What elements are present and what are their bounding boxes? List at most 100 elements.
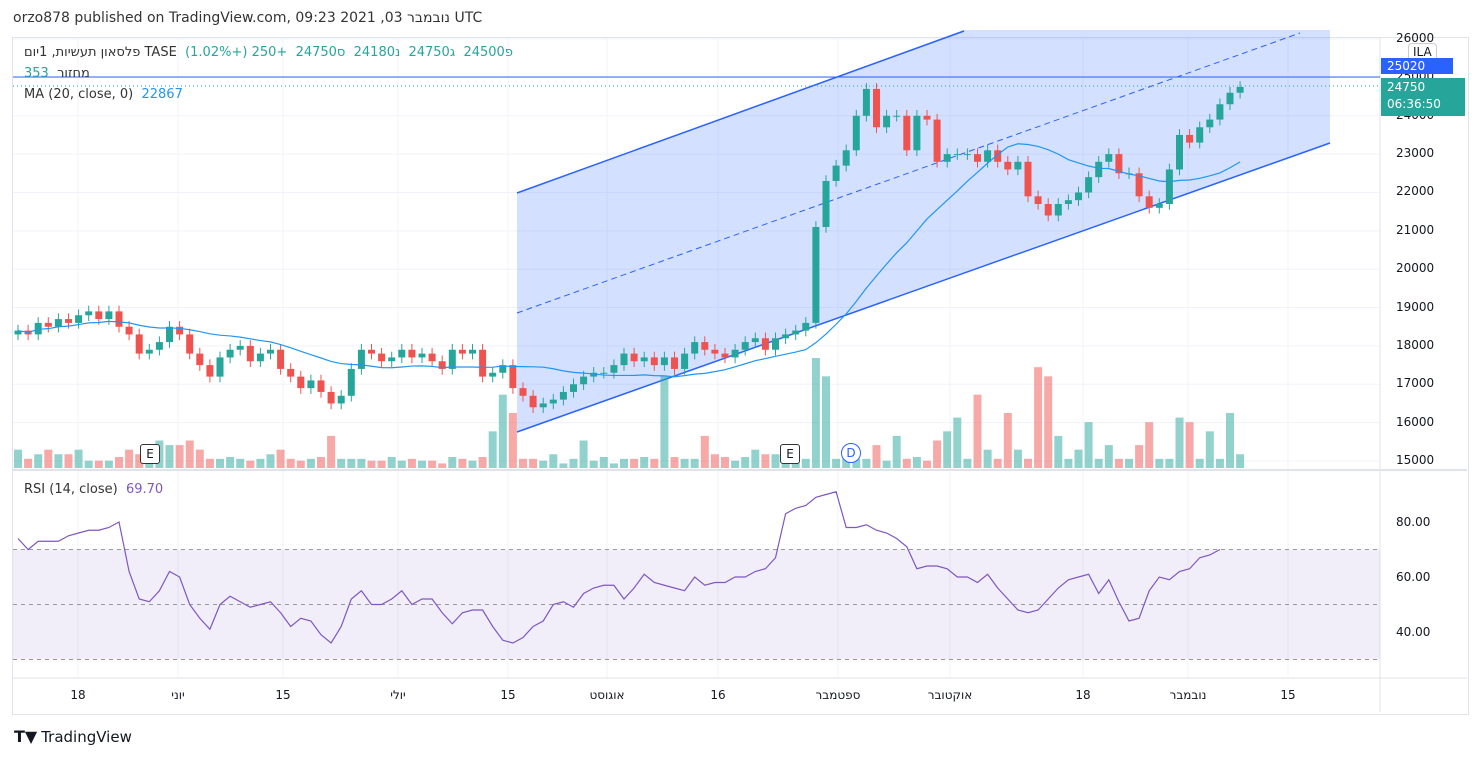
high-value: ג24750 xyxy=(408,45,456,60)
volume-bar xyxy=(1114,458,1123,468)
time-label: נובמבר xyxy=(1169,688,1207,702)
candle-body xyxy=(166,326,173,343)
candle-body xyxy=(267,349,274,354)
volume-bar xyxy=(24,458,33,468)
earnings-marker[interactable]: E xyxy=(140,444,160,464)
candle-body xyxy=(1054,203,1062,216)
candle-body xyxy=(519,388,527,396)
candle-body xyxy=(923,115,931,120)
candle-body xyxy=(529,395,537,408)
volume-bar xyxy=(377,460,386,468)
volume-bar xyxy=(175,445,184,468)
volume-legend: מחזור 353 xyxy=(24,66,90,81)
candle-body xyxy=(135,334,143,354)
volume-bar xyxy=(1125,458,1133,468)
candle-body xyxy=(580,376,588,385)
volume-bar xyxy=(226,457,235,468)
candle-body xyxy=(1155,203,1163,208)
volume-bar xyxy=(1135,445,1144,468)
volume-bar xyxy=(337,458,346,468)
volume-bar xyxy=(448,457,457,468)
volume-bar xyxy=(1024,458,1032,468)
candle-body xyxy=(963,154,971,156)
volume-bar xyxy=(751,449,760,468)
volume-bar xyxy=(761,454,770,468)
candle-body xyxy=(347,368,355,396)
candle-body xyxy=(408,349,416,358)
candle-body xyxy=(802,322,810,331)
ma-legend: MA (20, close, 0) 22867 xyxy=(24,87,183,102)
volume-bar xyxy=(1003,413,1012,468)
volume-bar xyxy=(54,454,63,468)
candle-body xyxy=(1095,161,1103,178)
candle-body xyxy=(85,311,93,316)
price-tick: 22000 xyxy=(1396,184,1435,199)
volume-bar xyxy=(236,458,245,468)
chart-canvas[interactable] xyxy=(0,0,1479,757)
symbol-name: פלסאון תעשיות, 1יום TASE xyxy=(24,45,177,60)
candle-body xyxy=(54,319,62,327)
candle-body xyxy=(1064,200,1072,204)
candle-body xyxy=(327,391,335,404)
change-value: +250 (+1.02%) xyxy=(185,45,288,60)
volume-bar xyxy=(771,454,780,468)
candle-body xyxy=(226,349,234,358)
candle-body xyxy=(246,345,254,362)
price-tick: 20000 xyxy=(1396,261,1435,276)
candle-body xyxy=(549,399,557,404)
volume-bar xyxy=(357,458,366,468)
volume-bar xyxy=(872,445,881,468)
volume-bar xyxy=(418,460,426,468)
close-value: ס24750 xyxy=(295,45,346,60)
volume-bar xyxy=(1165,458,1174,468)
volume-bar xyxy=(1064,458,1073,468)
volume-bar xyxy=(256,458,265,468)
brand-name: TradingView xyxy=(41,727,132,746)
candle-body xyxy=(388,357,396,362)
candle-body xyxy=(216,357,224,377)
candle-body xyxy=(448,349,456,369)
candle-body xyxy=(186,334,194,354)
candle-body xyxy=(873,88,880,128)
volume-bar xyxy=(892,435,901,468)
dividend-marker[interactable]: D xyxy=(841,443,861,463)
earnings-marker[interactable]: E xyxy=(780,444,800,464)
candle-body xyxy=(984,150,992,162)
candle-body xyxy=(105,311,113,320)
candle-body xyxy=(1216,104,1224,120)
tradingview-logo[interactable]: T▼ TradingView xyxy=(14,727,132,746)
candle-body xyxy=(428,353,436,362)
volume-bar xyxy=(185,440,194,468)
candle-body xyxy=(115,311,123,327)
candle-body xyxy=(933,119,941,162)
volume-bar xyxy=(508,413,517,468)
candle-body xyxy=(95,311,103,320)
volume-bar xyxy=(286,458,295,468)
candle-body xyxy=(125,326,133,335)
candle-body xyxy=(893,115,901,117)
candle-body xyxy=(1236,86,1244,93)
volume-bar xyxy=(822,376,830,468)
time-label: יוני xyxy=(171,688,185,702)
candle-body xyxy=(640,357,648,362)
volume-bar xyxy=(1034,367,1043,468)
time-label: 15 xyxy=(275,688,291,702)
volume-bar xyxy=(498,394,507,468)
volume-bar xyxy=(933,440,942,468)
ma-value: 22867 xyxy=(141,87,183,102)
volume-bar xyxy=(397,460,406,468)
candle-body xyxy=(701,342,709,350)
candle-body xyxy=(307,380,315,389)
volume-bar xyxy=(620,458,628,468)
volume-bar xyxy=(104,460,113,468)
volume-bar xyxy=(1094,458,1103,468)
candle-body xyxy=(681,353,689,369)
time-label: 15 xyxy=(1280,688,1296,702)
volume-bar xyxy=(1175,417,1184,468)
price-tick: 15000 xyxy=(1396,453,1435,467)
candle-body xyxy=(883,115,891,128)
candle-body xyxy=(721,353,729,358)
candle-body xyxy=(1024,161,1032,197)
volume-bar xyxy=(973,394,982,468)
volume-bar xyxy=(125,449,134,468)
